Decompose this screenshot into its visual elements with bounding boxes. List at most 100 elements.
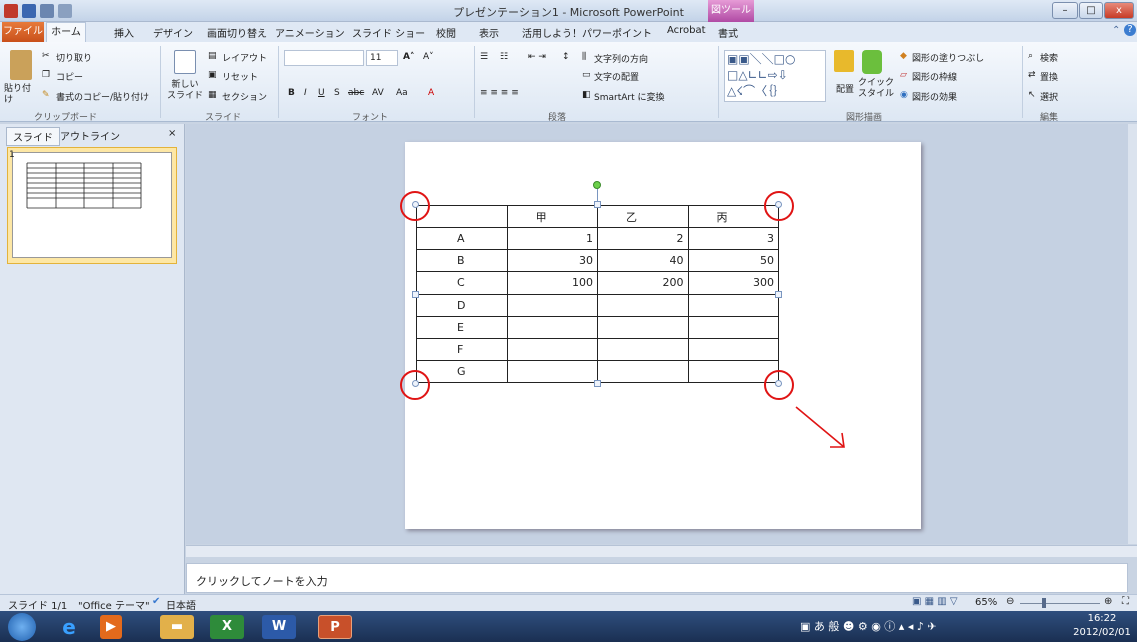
zoom-slider[interactable] [1020,603,1100,604]
change-case-icon[interactable]: Aa [396,88,408,98]
table-cell[interactable]: 30 [506,249,599,273]
shape-effect-button[interactable]: 図形の効果 [912,90,957,103]
tab-design[interactable]: デザイン [153,25,193,40]
table-cell[interactable]: 1 [506,227,599,251]
smartart-button[interactable]: SmartArt に変換 [594,90,664,103]
font-size-box[interactable]: 11 [366,50,398,66]
pane-close-button[interactable]: × [168,128,176,139]
slide-table[interactable]: 甲 乙 丙 A 1 2 3 B 30 40 50 C 100 200 300 D… [416,204,780,384]
proofing-icon[interactable]: ✔ [152,596,160,607]
italic-icon[interactable]: I [304,88,307,98]
table-cell[interactable]: 2 [597,227,689,251]
table-cell[interactable] [597,359,689,384]
table-cell[interactable]: 50 [687,249,780,273]
arrange-icon[interactable] [834,50,854,72]
tab-format[interactable]: 書式 [718,25,738,40]
tab-slideshow[interactable]: スライド ショー [352,25,425,40]
fit-slide-icon[interactable]: ⛶ [1122,596,1129,607]
format-painter-button[interactable]: 書式のコピー/貼り付け [56,90,149,103]
numbering-icon[interactable]: ☷ [500,52,508,62]
char-spacing-icon[interactable]: AV [372,88,384,98]
font-color-icon[interactable]: A [428,88,434,98]
shadow-icon[interactable]: S [334,88,340,98]
cut-button[interactable]: 切り取り [56,51,92,64]
resize-handle-top[interactable] [594,201,601,208]
underline-icon[interactable]: U [318,88,325,98]
resize-handle-bottom[interactable] [594,380,601,387]
tab-transitions[interactable]: 画面切り替え [207,25,267,40]
table-cell[interactable] [597,293,689,317]
align-text-button[interactable]: 文字の配置 [594,70,639,83]
resize-handle-right[interactable] [775,291,782,298]
table-row-label[interactable]: G [416,359,508,384]
tab-view[interactable]: 表示 [479,25,499,40]
table-cell[interactable]: 3 [687,227,780,251]
table-cell[interactable] [506,337,599,361]
minimize-button[interactable]: – [1052,2,1078,19]
table-cell[interactable]: 100 [506,271,599,295]
resize-handle-left[interactable] [412,291,419,298]
section-button[interactable]: セクション [222,90,267,103]
table-row-label[interactable]: F [416,337,508,361]
tab-slides-pane[interactable]: スライド [6,127,60,146]
bold-icon[interactable]: B [288,88,295,98]
zoom-out-icon[interactable]: ⊖ [1006,596,1014,607]
zoom-level[interactable]: 65% [975,597,997,608]
tab-ppt-addin[interactable]: 活用しよう！パワーポイント [522,25,652,40]
table-header-cell[interactable]: 乙 [597,204,689,229]
word-icon[interactable]: W [262,615,296,639]
maximize-button[interactable]: □ [1079,2,1103,19]
powerpoint-taskbar-icon[interactable]: P [318,615,352,639]
zoom-slider-thumb[interactable] [1042,598,1046,608]
reset-button[interactable]: リセット [222,70,258,83]
find-button[interactable]: 検索 [1040,51,1058,64]
slide-thumbnail[interactable] [12,152,172,258]
bullets-icon[interactable]: ☰ [480,52,488,62]
quick-style-icon[interactable] [862,50,882,74]
explorer-icon[interactable]: ▬ [160,615,194,639]
table-cell[interactable]: 200 [597,271,689,295]
table-row-label[interactable]: E [416,315,508,339]
layout-button[interactable]: レイアウト [222,51,267,64]
font-grow-icon[interactable]: A˄ [403,52,414,62]
horizontal-scrollbar[interactable] [186,545,1137,557]
new-slide-button[interactable]: 新しい スライド [166,80,204,102]
table-header-cell[interactable] [416,204,508,229]
strikethrough-icon[interactable]: abc [348,88,364,98]
start-button[interactable] [8,613,36,641]
quick-style-button[interactable]: クイック スタイル [856,78,896,100]
rotation-handle[interactable] [593,181,601,189]
status-language[interactable]: 日本語 [166,597,196,612]
paste-icon[interactable] [10,50,32,80]
table-row-label[interactable]: D [416,293,508,317]
arrange-button[interactable]: 配置 [836,82,854,95]
tab-review[interactable]: 校閲 [436,25,456,40]
excel-icon[interactable]: X [210,615,244,639]
font-shrink-icon[interactable]: A˅ [423,52,434,62]
replace-button[interactable]: 置換 [1040,70,1058,83]
tab-acrobat[interactable]: Acrobat [667,25,706,36]
media-player-icon[interactable]: ▶ [100,615,122,639]
new-slide-icon[interactable] [174,50,196,74]
tab-home[interactable]: ホーム [46,22,86,43]
shape-outline-button[interactable]: 図形の枠線 [912,70,957,83]
view-buttons-icon[interactable]: ▣ ▦ ▥ ▽ [912,596,958,607]
table-cell[interactable]: 300 [687,271,780,295]
table-cell[interactable] [597,337,689,361]
tab-outline-pane[interactable]: アウトライン [60,128,120,143]
tab-animations[interactable]: アニメーション [275,25,345,40]
text-direction-button[interactable]: 文字列の方向 [594,52,648,65]
align-left-icon[interactable]: ≡ ≡ ≡ ≡ [480,88,519,98]
paste-button[interactable]: 貼り付け [4,84,38,106]
line-spacing-icon[interactable]: ↕ [562,52,570,62]
clock-time[interactable]: 16:22 [1070,613,1134,624]
tab-insert[interactable]: 挿入 [114,25,134,40]
table-header-cell[interactable]: 甲 [506,204,599,229]
help-icon[interactable]: ? [1124,24,1136,36]
select-button[interactable]: 選択 [1040,90,1058,103]
table-row-label[interactable]: C [416,271,508,295]
shape-fill-button[interactable]: 図形の塗りつぶし [912,51,984,64]
vertical-scrollbar[interactable] [1128,124,1137,544]
table-cell[interactable] [687,315,780,339]
table-cell[interactable] [597,315,689,339]
